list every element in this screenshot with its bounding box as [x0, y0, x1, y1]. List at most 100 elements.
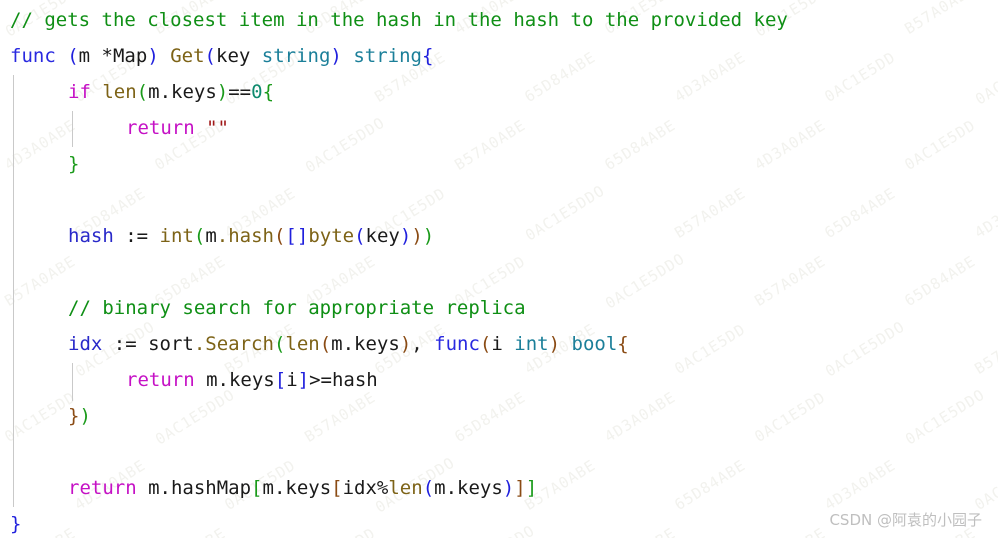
code-token: ): [330, 45, 342, 67]
code-line[interactable]: if len(m.keys)==0{: [68, 74, 274, 110]
code-token: ]: [297, 369, 310, 391]
background-watermark-tile: 0AC1E5DD: [301, 524, 379, 538]
code-token: i: [491, 333, 515, 355]
code-line[interactable]: return m.hashMap[m.keys[idx%len(m.keys)]…: [68, 470, 537, 506]
code-token: [: [251, 477, 263, 499]
background-watermark-tile: 4D3A0ABE: [971, 184, 998, 242]
code-token: ): [422, 225, 435, 247]
code-token: m: [205, 225, 217, 247]
code-token: [: [331, 477, 343, 499]
background-watermark-tile: B57A0ABE: [671, 184, 749, 242]
code-line[interactable]: }: [10, 506, 21, 542]
code-line[interactable]: [10, 254, 21, 290]
code-token: return: [126, 117, 195, 139]
code-token: :=: [113, 225, 160, 247]
code-token: return: [126, 369, 195, 391]
background-watermark-tile: 4D3A0ABE: [751, 116, 829, 174]
code-token: return: [68, 477, 137, 499]
background-watermark-tile: 4D3A0ABE: [671, 48, 749, 106]
code-token: .hash: [216, 225, 274, 247]
code-token: if: [68, 81, 91, 103]
code-token: idx: [68, 333, 103, 355]
background-watermark-tile: 65D84ABE: [671, 456, 749, 514]
code-line[interactable]: // binary search for appropriate replica: [68, 290, 526, 326]
code-token: ==: [228, 81, 252, 103]
code-token: }: [68, 405, 80, 427]
code-token: ): [79, 405, 91, 427]
code-line[interactable]: // gets the closest item in the hash in …: [10, 2, 788, 38]
background-watermark-tile: 65D84ABE: [901, 252, 979, 310]
indent-guide-2: [72, 111, 73, 147]
code-token: int: [514, 333, 549, 355]
code-token: (: [319, 333, 332, 355]
background-watermark-tile: 0AC1E5DDO: [602, 249, 689, 313]
code-token: ): [216, 81, 229, 103]
background-watermark-tile: 0AC1E5DDO: [302, 113, 389, 177]
code-token: "": [206, 117, 229, 139]
code-token: sort: [148, 333, 194, 355]
code-token: ): [147, 45, 159, 67]
code-token: m.keys: [148, 81, 217, 103]
code-token: m.keys: [206, 369, 275, 391]
code-line[interactable]: idx := sort.Search(len(m.keys), func(i i…: [68, 326, 629, 362]
code-token: (: [354, 225, 366, 247]
background-watermark-tile: 65D84ABE: [601, 116, 679, 174]
background-watermark-tile: 4D3A0ABE: [601, 388, 679, 446]
code-line[interactable]: }: [68, 146, 79, 182]
code-token: ): [399, 225, 412, 247]
code-token: Get: [170, 45, 205, 67]
code-token: (: [273, 333, 286, 355]
code-token: (: [136, 81, 149, 103]
background-watermark-tile: 0AC1E5DD: [971, 456, 998, 514]
code-token: idx%: [342, 477, 389, 499]
background-watermark-tile: 0AC1E5DDO: [902, 385, 989, 449]
code-line[interactable]: func (m *Map) Get(key string) string{: [10, 38, 433, 74]
background-watermark-tile: 65D84ABE: [751, 524, 829, 538]
code-token: (: [204, 45, 216, 67]
background-watermark-tile: 4D3A0ABE: [821, 456, 899, 514]
code-token: len: [285, 333, 320, 355]
indent-guide-3: [72, 363, 73, 401]
background-watermark-tile: 65D84ABE: [521, 48, 599, 106]
background-watermark-tile: 65D84ABE: [821, 184, 899, 242]
code-token: string: [353, 45, 422, 67]
code-token: ,: [411, 333, 435, 355]
code-token: .Search: [193, 333, 274, 355]
csdn-watermark: CSDN @阿袁的小园子: [829, 511, 982, 529]
code-token: string: [261, 45, 331, 67]
code-token: {: [262, 81, 275, 103]
code-line[interactable]: return "": [126, 110, 229, 146]
code-line[interactable]: [10, 182, 21, 218]
code-token: (: [67, 45, 79, 67]
code-token: }: [68, 153, 80, 175]
code-editor-canvas: 0AC1E5DDO B57A0ABE 65D84ABE 4D3A0ABE 0AC1E5D…: [0, 0, 998, 538]
code-token: m.keys: [331, 333, 400, 355]
code-token: byte: [308, 225, 355, 247]
background-watermark-tile: 4D3A0ABE: [151, 524, 229, 538]
code-line[interactable]: return m.keys[i]>=hash: [126, 362, 378, 398]
background-watermark-tile: 0AC1E5DDO: [522, 181, 609, 245]
background-watermark-tile: 0AC1E5DDO: [972, 45, 998, 109]
code-token: :=: [102, 333, 149, 355]
background-watermark-tile: 0AC1E5DD: [751, 388, 829, 446]
background-watermark-tile: B57A0ABE: [971, 320, 998, 378]
code-line[interactable]: [10, 434, 21, 470]
code-line[interactable]: }): [68, 398, 91, 434]
background-watermark-tile: 65D84ABE: [451, 388, 529, 446]
code-token: bool: [571, 333, 618, 355]
code-token: >=hash: [309, 369, 378, 391]
code-token: key: [365, 225, 400, 247]
background-watermark-tile: 0AC1E5DD: [901, 116, 979, 174]
code-token: m.hashMap: [148, 477, 252, 499]
code-token: (: [193, 225, 206, 247]
code-line[interactable]: hash := int(m.hash([]byte(key))): [68, 218, 434, 254]
code-token: key: [216, 45, 262, 67]
code-token: }: [10, 513, 22, 535]
code-token: ): [502, 477, 515, 499]
